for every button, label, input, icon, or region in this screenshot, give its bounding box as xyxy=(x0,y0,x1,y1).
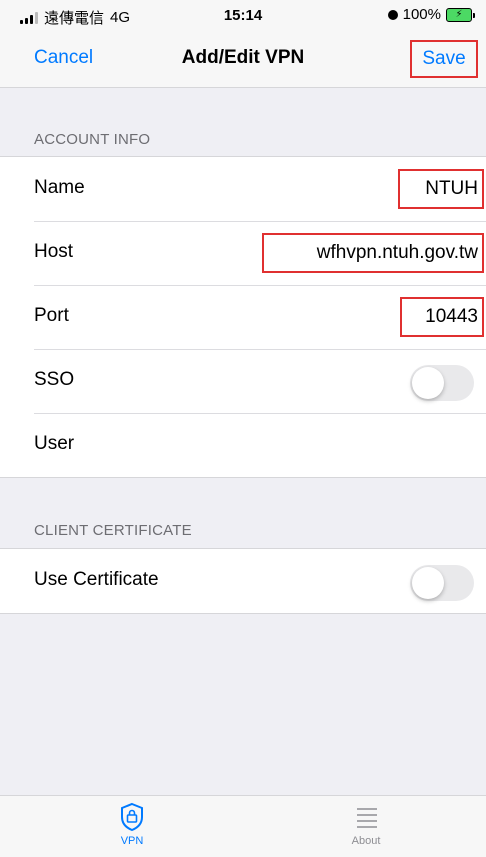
section-header-account-info: ACCOUNT INFO xyxy=(34,131,151,148)
battery-percent: 100% xyxy=(402,6,441,23)
tab-bar: VPN About xyxy=(0,795,486,857)
sso-label: SSO xyxy=(34,369,75,390)
section-header-client-certificate: CLIENT CERTIFICATE xyxy=(34,522,192,539)
status-bar: 遠傳電信 4G 15:14 100% ⚡ xyxy=(0,0,486,30)
host-field[interactable]: wfhvpn.ntuh.gov.tw xyxy=(262,233,484,273)
user-label: User xyxy=(34,433,75,454)
port-field[interactable]: 10443 xyxy=(400,297,484,337)
account-info-group: Name NTUH Host wfhvpn.ntuh.gov.tw Port 1… xyxy=(0,156,486,478)
client-certificate-group: Use Certificate xyxy=(0,548,486,614)
alarm-icon xyxy=(387,9,398,20)
battery-charging-icon: ⚡ xyxy=(446,7,475,22)
status-right: 100% ⚡ xyxy=(387,6,475,23)
name-label: Name xyxy=(34,177,85,198)
shield-lock-icon xyxy=(121,802,143,832)
sso-row: SSO xyxy=(0,349,486,413)
list-icon xyxy=(357,808,377,828)
host-row: Host wfhvpn.ntuh.gov.tw xyxy=(0,221,486,285)
save-button-label: Save xyxy=(422,48,466,69)
user-row: User xyxy=(0,413,486,477)
name-field[interactable]: NTUH xyxy=(398,169,484,209)
save-button[interactable]: Save xyxy=(410,40,478,78)
sso-toggle[interactable] xyxy=(410,365,474,401)
use-certificate-label: Use Certificate xyxy=(34,569,159,590)
toggle-knob xyxy=(412,367,444,399)
navigation-bar: Cancel Add/Edit VPN Save xyxy=(0,30,486,88)
use-certificate-toggle[interactable] xyxy=(410,565,474,601)
port-value: 10443 xyxy=(425,306,478,327)
use-certificate-row: Use Certificate xyxy=(0,549,486,613)
host-label: Host xyxy=(34,241,74,262)
tab-about-label: About xyxy=(351,835,381,847)
name-row: Name NTUH xyxy=(0,157,486,221)
port-label: Port xyxy=(34,305,69,326)
port-row: Port 10443 xyxy=(0,285,486,349)
tab-vpn[interactable]: VPN xyxy=(92,802,172,847)
tab-vpn-label: VPN xyxy=(120,835,144,847)
toggle-knob xyxy=(412,567,444,599)
host-value: wfhvpn.ntuh.gov.tw xyxy=(316,242,478,263)
user-field[interactable] xyxy=(160,429,472,461)
name-value: NTUH xyxy=(425,178,478,199)
tab-about[interactable]: About xyxy=(326,802,406,847)
